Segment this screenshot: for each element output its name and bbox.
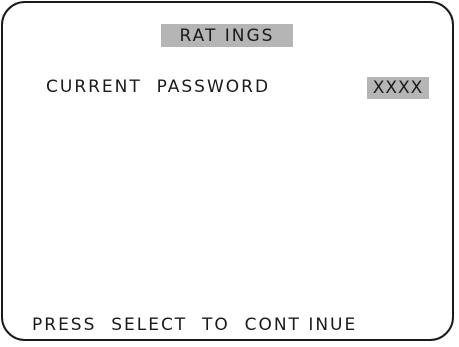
page-title: RAT INGS: [161, 24, 293, 47]
page-title-text: RAT INGS: [179, 25, 275, 46]
osd-screen-frame: [1, 1, 454, 341]
current-password-value-text: XXXX: [372, 78, 424, 98]
continue-prompt: PRESS SELECT TO CONT INUE: [32, 315, 358, 335]
current-password-value[interactable]: XXXX: [367, 77, 429, 99]
current-password-label: CURRENT PASSWORD: [46, 77, 271, 97]
